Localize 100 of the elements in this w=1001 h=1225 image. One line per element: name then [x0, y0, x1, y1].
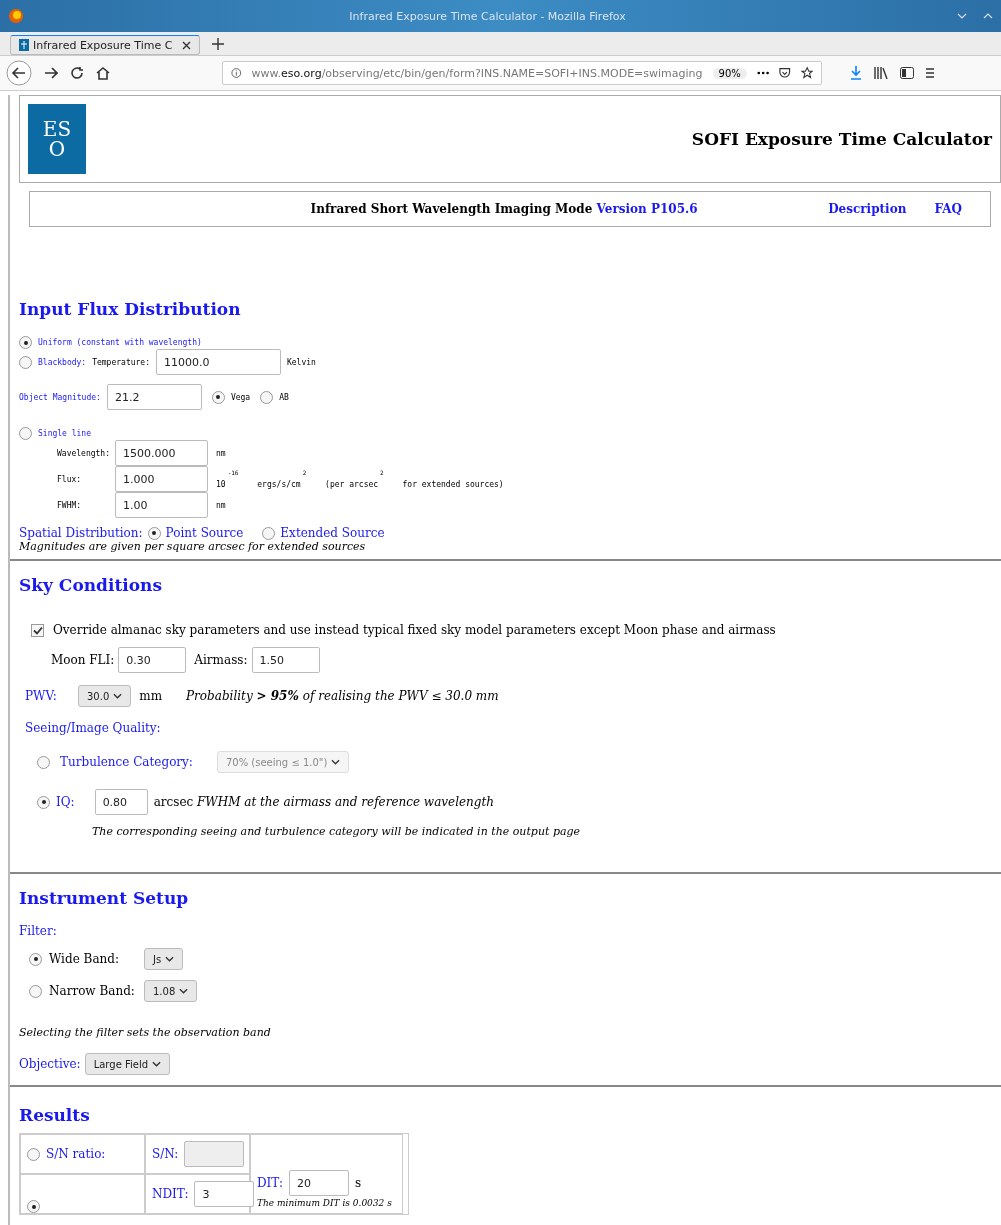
option-label: S/N ratio: — [46, 1147, 106, 1161]
pocket-icon[interactable] — [779, 67, 791, 79]
checkbox[interactable] — [31, 623, 44, 637]
page-icon — [19, 39, 29, 51]
address-bar[interactable]: www.eso.org/observing/etc/bin/gen/form?INS.NAME=SOFI+INS.MODE=swimaging 90% — [222, 61, 822, 85]
iq-field[interactable]: 0.80 — [94, 789, 148, 815]
checkbox-label: Override almanac sky parameters and use instead typical fixed sky model parameters except Moon phase and airmass — [53, 623, 776, 637]
new-tab-icon[interactable] — [212, 38, 224, 50]
maximize-icon[interactable] — [983, 13, 993, 19]
forward-icon[interactable] — [44, 66, 58, 80]
option-label: Extended Source — [280, 526, 385, 540]
menu-icon[interactable] — [926, 67, 934, 79]
unit-label: Kelvin — [286, 357, 316, 367]
objective-dropdown[interactable]: Large Field — [84, 1053, 171, 1075]
field-label: Wavelength: — [57, 448, 107, 458]
note-text: Magnitudes are given per square arcsec for extended sources — [19, 540, 367, 553]
option-label: Single line — [38, 429, 91, 438]
unit-label: nm — [216, 500, 226, 510]
radio-button[interactable] — [37, 795, 50, 809]
close-icon[interactable] — [182, 40, 191, 50]
field-label: Objective: — [19, 1057, 81, 1071]
dit-field[interactable]: 20 — [289, 1170, 349, 1196]
version-link[interactable]: Version P105.6 — [596, 202, 698, 216]
field-label: Filter: — [19, 924, 58, 938]
radio-button[interactable] — [19, 355, 32, 369]
field-label: Moon FLI: — [51, 653, 115, 667]
ndit-field[interactable]: 3 — [194, 1181, 255, 1207]
star-icon[interactable] — [800, 66, 813, 80]
caret-icon — [152, 1061, 162, 1067]
more-icon[interactable] — [756, 71, 770, 75]
caret-icon — [331, 759, 341, 765]
probability-text: Probability > 95% of realising the PWV ≤ 30.0 mm — [186, 689, 499, 703]
radio-button[interactable] — [211, 390, 225, 404]
field-label: NDIT: — [152, 1187, 189, 1201]
field-label: DIT: — [257, 1176, 283, 1190]
caret-icon — [165, 956, 175, 962]
radio-button[interactable] — [260, 390, 274, 404]
field-label: Object Magnitude: — [19, 392, 101, 402]
section-heading: Sky Conditions — [19, 575, 163, 595]
temperature-field[interactable]: 11000.0 — [155, 349, 281, 375]
logo: ES O — [28, 104, 86, 174]
field-label: Seeing/Image Quality: — [25, 721, 162, 735]
field-label: Spatial Distribution: — [19, 526, 143, 540]
radio-button[interactable] — [27, 1147, 40, 1161]
radio-button[interactable] — [29, 984, 42, 998]
page-title: SOFI Exposure Time Calculator — [691, 129, 992, 149]
home-icon[interactable] — [96, 66, 110, 80]
section-heading: Results — [19, 1105, 91, 1125]
nav-link[interactable]: Description — [828, 202, 907, 216]
radio-button[interactable] — [29, 952, 42, 966]
value-field[interactable]: 1.000 — [115, 466, 208, 492]
field-label: Flux: — [57, 474, 83, 484]
option-label: Uniform (constant with wavelength) — [38, 338, 202, 347]
moon-fli-field[interactable]: 0.30 — [118, 647, 187, 673]
radio-button[interactable] — [19, 427, 32, 440]
option-label: Blackbody: — [38, 357, 87, 367]
option-label: Turbulence Category: — [60, 755, 193, 769]
sidebar-icon[interactable] — [900, 67, 914, 79]
window-title: Infrared Exposure Time Calculator - Mozilla Firefox — [348, 9, 627, 23]
unit-label: s — [355, 1176, 362, 1190]
browser-tab[interactable]: Infrared Exposure Time C — [10, 35, 200, 55]
unit-label: nm — [216, 448, 226, 458]
option-label: Point Source — [165, 526, 244, 540]
browser-logo-icon — [8, 8, 24, 24]
back-icon[interactable] — [6, 60, 32, 86]
tab-title: Infrared Exposure Time C — [33, 38, 174, 52]
option-label: IQ: — [56, 795, 75, 809]
field-label: PWV: — [25, 689, 58, 703]
option-label: Vega — [230, 392, 251, 402]
radio-button[interactable] — [147, 526, 161, 540]
library-icon[interactable] — [874, 67, 888, 79]
airmass-field[interactable]: 1.50 — [251, 647, 320, 673]
value-field[interactable]: 1500.000 — [115, 440, 208, 466]
download-icon[interactable] — [850, 66, 862, 80]
radio-button[interactable] — [262, 526, 276, 540]
zoom-badge[interactable]: 90% — [712, 67, 747, 79]
radio-button[interactable] — [27, 1200, 40, 1213]
value-field[interactable]: 1.00 — [115, 492, 208, 518]
minimize-icon[interactable] — [957, 13, 967, 19]
reload-icon[interactable] — [70, 66, 84, 80]
magnitude-field[interactable]: 21.2 — [106, 384, 202, 410]
mode-title: Infrared Short Wavelength Imaging Mode Version P105.6 — [309, 202, 699, 216]
field-label: Airmass: — [194, 653, 248, 667]
url-text: www.eso.org/observing/etc/bin/gen/form?INS.NAME=SOFI+INS.MODE=swimaging — [251, 66, 703, 80]
field-label: FWHM: — [57, 500, 83, 510]
radio-button[interactable] — [19, 336, 32, 349]
filter-dropdown[interactable]: Js — [144, 948, 184, 970]
field-label: Temperature: — [92, 357, 150, 367]
section-heading: Instrument Setup — [19, 888, 190, 908]
sn-field[interactable] — [184, 1141, 245, 1167]
note-text: The minimum DIT is 0.0032 s — [257, 1198, 392, 1208]
field-label: S/N: — [152, 1147, 179, 1161]
unit-label: arcsec FWHM at the airmass and reference wavelength — [153, 795, 495, 809]
pwv-dropdown[interactable]: 30.0 — [78, 685, 132, 707]
unit-label: mm — [139, 689, 163, 703]
note-text: The corresponding seeing and turbulence category will be indicated in the output page — [92, 825, 582, 838]
option-label: Wide Band: — [49, 952, 120, 966]
info-icon[interactable] — [231, 67, 242, 79]
filter-dropdown[interactable]: 1.08 — [144, 980, 198, 1002]
nav-link[interactable]: FAQ — [934, 202, 962, 216]
